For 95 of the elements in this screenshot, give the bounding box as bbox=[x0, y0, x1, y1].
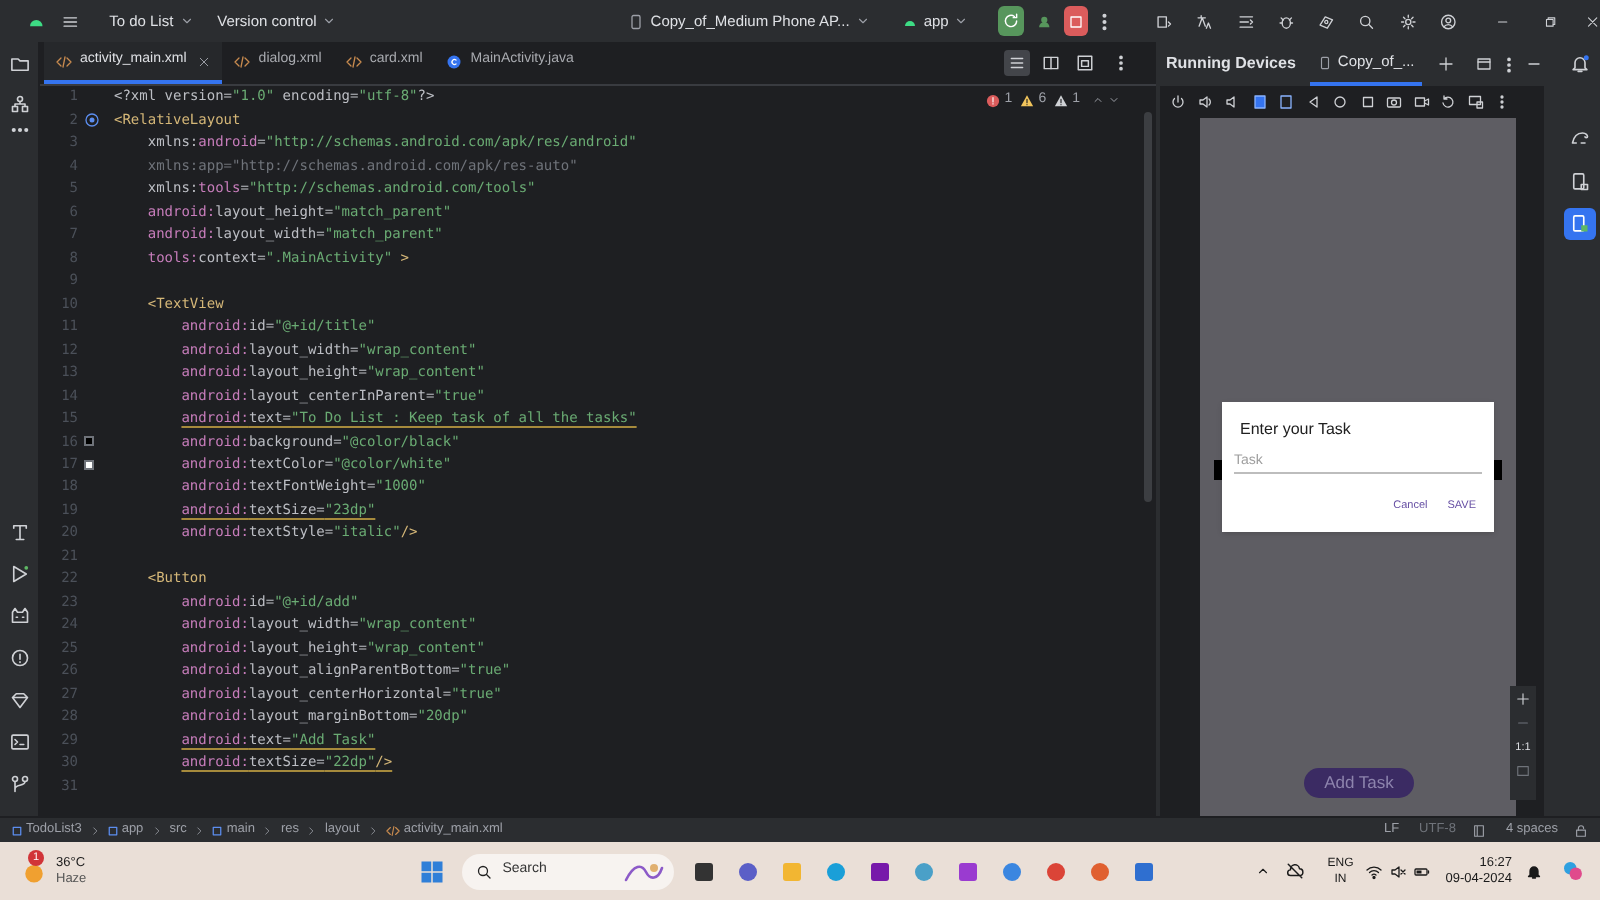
more-icon[interactable] bbox=[9, 126, 29, 134]
structure-icon[interactable] bbox=[9, 94, 29, 114]
stop-icon bbox=[1068, 13, 1085, 29]
design-view-icon bbox=[1076, 54, 1094, 72]
phone-icon bbox=[628, 13, 645, 29]
camera-icon[interactable] bbox=[1386, 94, 1402, 110]
stop-button[interactable] bbox=[1064, 6, 1089, 36]
code-view-icon bbox=[1008, 54, 1026, 72]
lock-icon[interactable] bbox=[1574, 823, 1588, 837]
module-icon bbox=[12, 825, 22, 835]
cloud-off-icon[interactable] bbox=[1285, 862, 1304, 880]
window-icon[interactable] bbox=[1476, 56, 1493, 72]
bug-icon[interactable] bbox=[1277, 11, 1295, 31]
chevron-down-icon bbox=[322, 14, 337, 28]
chevron-right-icon bbox=[89, 825, 100, 835]
weak-icon[interactable] bbox=[1054, 93, 1069, 108]
rotate-right-icon[interactable] bbox=[1278, 94, 1294, 110]
app-icon[interactable] bbox=[868, 859, 893, 883]
module-icon bbox=[107, 825, 118, 835]
chevron-right-icon bbox=[367, 825, 378, 835]
xml-file-icon bbox=[234, 53, 251, 69]
undo-icon[interactable] bbox=[1440, 94, 1456, 110]
phone-icon bbox=[1570, 214, 1590, 234]
app-icon[interactable] bbox=[956, 859, 981, 883]
profile-icon[interactable] bbox=[1439, 11, 1457, 31]
class-icon bbox=[446, 53, 463, 69]
git-icon[interactable] bbox=[9, 774, 29, 794]
search-icon[interactable] bbox=[1358, 11, 1376, 31]
dialog-title: Enter your Task bbox=[1238, 418, 1353, 442]
run-icon[interactable] bbox=[9, 564, 29, 584]
home-icon[interactable] bbox=[1332, 94, 1348, 110]
rerun-icon bbox=[1002, 12, 1021, 30]
scrollbar[interactable] bbox=[1144, 112, 1152, 502]
rotate-left-icon[interactable] bbox=[1251, 94, 1267, 110]
mirror-icon[interactable] bbox=[1467, 94, 1483, 110]
warning-circle-icon[interactable] bbox=[9, 648, 29, 668]
close-icon[interactable] bbox=[1586, 13, 1600, 29]
chevron-down-icon bbox=[179, 14, 194, 28]
bell-icon[interactable] bbox=[1526, 863, 1542, 879]
volume-down-icon[interactable] bbox=[1224, 94, 1240, 110]
folder-icon[interactable] bbox=[9, 54, 29, 74]
phone-icon bbox=[1317, 55, 1332, 69]
fit-screen-icon[interactable] bbox=[1516, 764, 1530, 779]
xml-file-icon bbox=[56, 53, 72, 69]
app-icon[interactable] bbox=[736, 859, 761, 883]
video-icon[interactable] bbox=[1413, 94, 1429, 110]
gem-icon[interactable] bbox=[9, 690, 29, 710]
chevron-right-icon bbox=[306, 825, 317, 835]
module-icon bbox=[212, 825, 223, 835]
app-icon[interactable] bbox=[692, 859, 717, 883]
device-manager-icon[interactable] bbox=[1570, 172, 1590, 192]
book-icon[interactable] bbox=[1471, 823, 1486, 837]
menu-icon[interactable] bbox=[62, 11, 80, 31]
chevron-up-icon[interactable] bbox=[1255, 864, 1270, 878]
volume-up-icon[interactable] bbox=[1197, 94, 1213, 110]
power-icon[interactable] bbox=[1170, 94, 1186, 110]
color-swatch[interactable] bbox=[84, 436, 94, 447]
split-view-icon bbox=[1042, 54, 1060, 72]
more-icon[interactable] bbox=[1102, 11, 1108, 31]
chevron-right-icon bbox=[151, 825, 162, 835]
warning-icon[interactable] bbox=[1020, 93, 1035, 108]
overview-icon[interactable] bbox=[1359, 94, 1375, 110]
chevron-right-icon bbox=[194, 825, 205, 835]
chevron-down-icon bbox=[855, 14, 870, 28]
wifi-icon[interactable] bbox=[1365, 863, 1382, 879]
notifications-icon[interactable] bbox=[1570, 54, 1590, 74]
volume-muted-icon[interactable] bbox=[1389, 863, 1406, 879]
target-icon[interactable] bbox=[84, 112, 100, 129]
more-icon[interactable] bbox=[1118, 54, 1124, 72]
text-tool-icon[interactable] bbox=[9, 522, 29, 542]
add-task-button[interactable]: Add Task bbox=[1304, 768, 1414, 798]
rerun-button[interactable] bbox=[998, 6, 1024, 36]
back-icon[interactable] bbox=[1305, 94, 1321, 110]
search-highlight-drawing bbox=[622, 859, 667, 883]
chevron-down-icon bbox=[954, 14, 969, 28]
xml-file-icon bbox=[385, 823, 400, 837]
restore-icon[interactable] bbox=[1543, 13, 1557, 29]
search-icon bbox=[476, 863, 493, 879]
add-icon[interactable] bbox=[1438, 56, 1455, 72]
terminal-icon[interactable] bbox=[9, 732, 29, 752]
chevron-down-icon[interactable] bbox=[1108, 94, 1120, 107]
xml-file-icon bbox=[345, 53, 362, 69]
settings-icon[interactable] bbox=[1399, 11, 1416, 31]
close-icon[interactable] bbox=[198, 55, 211, 67]
color-swatch[interactable] bbox=[84, 459, 94, 470]
zoom-in-icon[interactable] bbox=[1516, 692, 1530, 706]
chevron-right-icon bbox=[262, 825, 273, 835]
windows-icon[interactable] bbox=[420, 859, 445, 883]
panel-title: Running Devices bbox=[1166, 52, 1296, 76]
design-view-button[interactable] bbox=[1072, 50, 1098, 76]
code-view-button[interactable] bbox=[1004, 50, 1030, 76]
error-icon[interactable] bbox=[986, 93, 1001, 108]
battery-icon[interactable] bbox=[1413, 863, 1430, 879]
more-icon[interactable] bbox=[1506, 55, 1513, 73]
running-devices-button[interactable] bbox=[1564, 208, 1596, 240]
